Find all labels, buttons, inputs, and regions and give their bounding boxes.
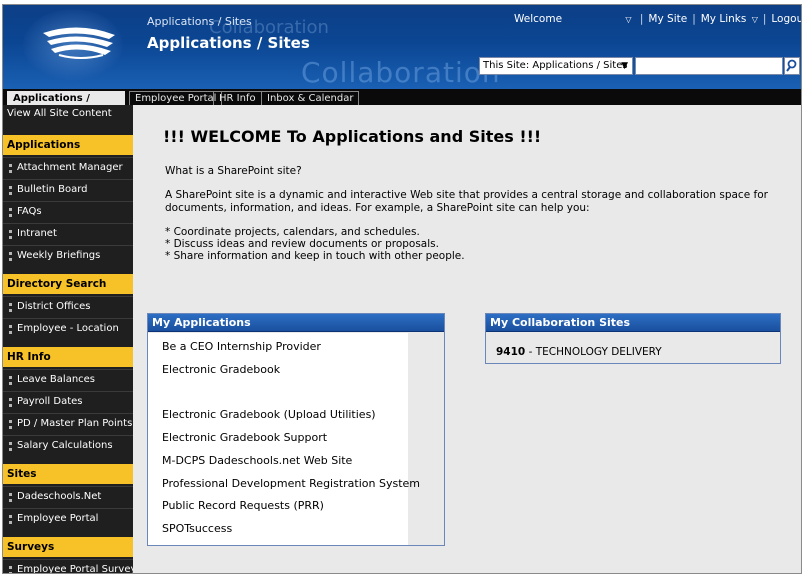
nav-item-label: Payroll Dates [17,396,83,407]
separator: | [762,13,767,25]
nav-item-label: Employee Portal [17,513,99,524]
my-collaboration-sites-title[interactable]: My Collaboration Sites [486,314,780,332]
welcome-menu[interactable]: Welcome [513,13,563,25]
question-text: What is a SharePoint site? [165,165,302,177]
site-name: - TECHNOLOGY DELIVERY [525,346,662,358]
logo-icon [43,27,115,59]
search-scope-select[interactable]: This Site: Applications / Sites ▼ [479,57,633,75]
bullet-icon [9,164,12,173]
browser-page: Collaboration Applications / Sites Appli… [2,4,802,574]
logout-link[interactable]: Logout [770,13,801,25]
nav-item-faqs[interactable]: FAQs [3,201,133,221]
nav-item-district-offices[interactable]: District Offices [3,296,133,316]
nav-item-label: District Offices [17,301,91,312]
nav-item-label: Salary Calculations [17,440,113,451]
nav-item-bulletin-board[interactable]: Bulletin Board [3,179,133,199]
site-title[interactable]: Applications / Sites [147,34,310,52]
search-input[interactable] [635,57,783,75]
my-links-menu[interactable]: My Links [700,13,748,25]
search-scope-value: This Site: Applications / Sites [483,60,628,71]
my-site-link[interactable]: My Site [647,13,688,25]
welcome-heading: !!! WELCOME To Applications and Sites !!… [163,127,542,146]
nav-item-label: Employee - Location [17,323,119,334]
tab-applications-sites[interactable]: Applications / Sites [7,91,125,117]
nav-item-label: Leave Balances [17,374,96,385]
bullet-icon [9,442,12,451]
nav-item-label: Attachment Manager [17,162,123,173]
nav-item-weekly-briefings[interactable]: Weekly Briefings [3,245,133,265]
my-applications-title[interactable]: My Applications [148,314,444,332]
nav-heading-sites[interactable]: Sites [3,464,133,484]
nav-heading-hr-info[interactable]: HR Info [3,347,133,367]
nav-heading-directory-search[interactable]: Directory Search [3,274,133,294]
nav-item-employee-portal[interactable]: Employee Portal [3,508,133,528]
collab-site-link[interactable]: 9410 - TECHNOLOGY DELIVERY [496,346,662,358]
app-link-mdcps-website[interactable]: M-DCPS Dadeschools.net Web Site [162,454,352,467]
nav-item-label: Bulletin Board [17,184,88,195]
nav-item-label: Weekly Briefings [17,250,101,261]
nav-item-payroll-dates[interactable]: Payroll Dates [3,391,133,411]
nav-item-label: Dadeschools.Net [17,491,102,502]
bullet-icon [9,303,12,312]
nav-item-label: PD / Master Plan Points [17,418,133,429]
nav-item-intranet[interactable]: Intranet [3,223,133,243]
nav-item-dadeschools-net[interactable]: Dadeschools.Net [3,486,133,506]
bullet-icon [9,420,12,429]
my-collaboration-sites-webpart: My Collaboration Sites 9410 - TECHNOLOGY… [485,313,781,364]
app-link-public-records[interactable]: Public Record Requests (PRR) [162,499,324,512]
app-link-be-a-ceo[interactable]: Be a CEO Internship Provider [162,340,321,353]
bullet-icon [9,493,12,502]
site-header: Collaboration Applications / Sites Appli… [3,5,801,89]
nav-heading-applications[interactable]: Applications [3,135,133,155]
app-link-spotsuccess[interactable]: SPOTsuccess [162,522,232,535]
breadcrumb[interactable]: Applications / Sites [147,15,252,28]
search-button[interactable] [784,57,800,75]
dropdown-arrow-icon: ▼ [621,61,628,71]
view-all-site-content-link[interactable]: View All Site Content [3,105,133,125]
quick-launch: View All Site Content Applications Attac… [3,105,137,574]
app-link-gradebook-upload[interactable]: Electronic Gradebook (Upload Utilities) [162,408,376,421]
separator: | [639,13,644,25]
separator: | [692,13,696,25]
app-link-electronic-gradebook[interactable]: Electronic Gradebook [162,363,280,376]
app-link-gradebook-support[interactable]: Electronic Gradebook Support [162,431,327,444]
search-icon [786,59,797,72]
my-applications-webpart: My Applications Be a CEO Internship Prov… [147,313,445,546]
bullet-icon [9,566,12,573]
bullet-icon [9,186,12,195]
bullet-icon [9,252,12,261]
header-watermark: Collaboration [301,56,501,89]
bullet-icon [9,398,12,407]
tab-hr-info[interactable]: HR Info [213,91,262,105]
bullet-icon [9,515,12,524]
nav-item-label: Intranet [17,228,57,239]
nav-item-salary-calculations[interactable]: Salary Calculations [3,435,133,455]
nav-item-attachment-manager[interactable]: Attachment Manager [3,157,133,177]
top-links: Welcome ▽ |My Site|My Links ▽|Logout|? [513,13,801,25]
main-content: !!! WELCOME To Applications and Sites !!… [133,105,801,573]
nav-item-label: Employee Portal Survey [17,564,137,574]
site-code: 9410 [496,346,526,358]
tab-employee-portal[interactable]: Employee Portal [129,91,223,105]
bullet-icon [9,376,12,385]
chevron-down-icon[interactable]: ▽ [751,15,759,24]
bullet-icon [9,208,12,217]
bullet-item: * Share information and keep in touch wi… [165,250,465,262]
nav-item-leave-balances[interactable]: Leave Balances [3,369,133,389]
nav-item-label: FAQs [17,206,42,217]
bullet-icon [9,325,12,334]
bullet-icon [9,230,12,239]
nav-item-employee-location[interactable]: Employee - Location [3,318,133,338]
tab-inbox-calendar[interactable]: Inbox & Calendar [261,91,360,105]
intro-line-2: documents, information, and ideas. For e… [165,202,590,214]
app-link-pd-registration[interactable]: Professional Development Registration Sy… [162,477,420,490]
nav-item-employee-portal-survey[interactable]: Employee Portal Survey [3,559,137,574]
nav-item-pd-master-plan-points[interactable]: PD / Master Plan Points [3,413,133,433]
nav-heading-surveys[interactable]: Surveys [3,537,133,557]
intro-line-1: A SharePoint site is a dynamic and inter… [165,189,768,201]
chevron-down-icon[interactable]: ▽ [624,15,632,24]
top-nav-tabs: Applications / Sites Employee Portal HR … [3,89,801,117]
